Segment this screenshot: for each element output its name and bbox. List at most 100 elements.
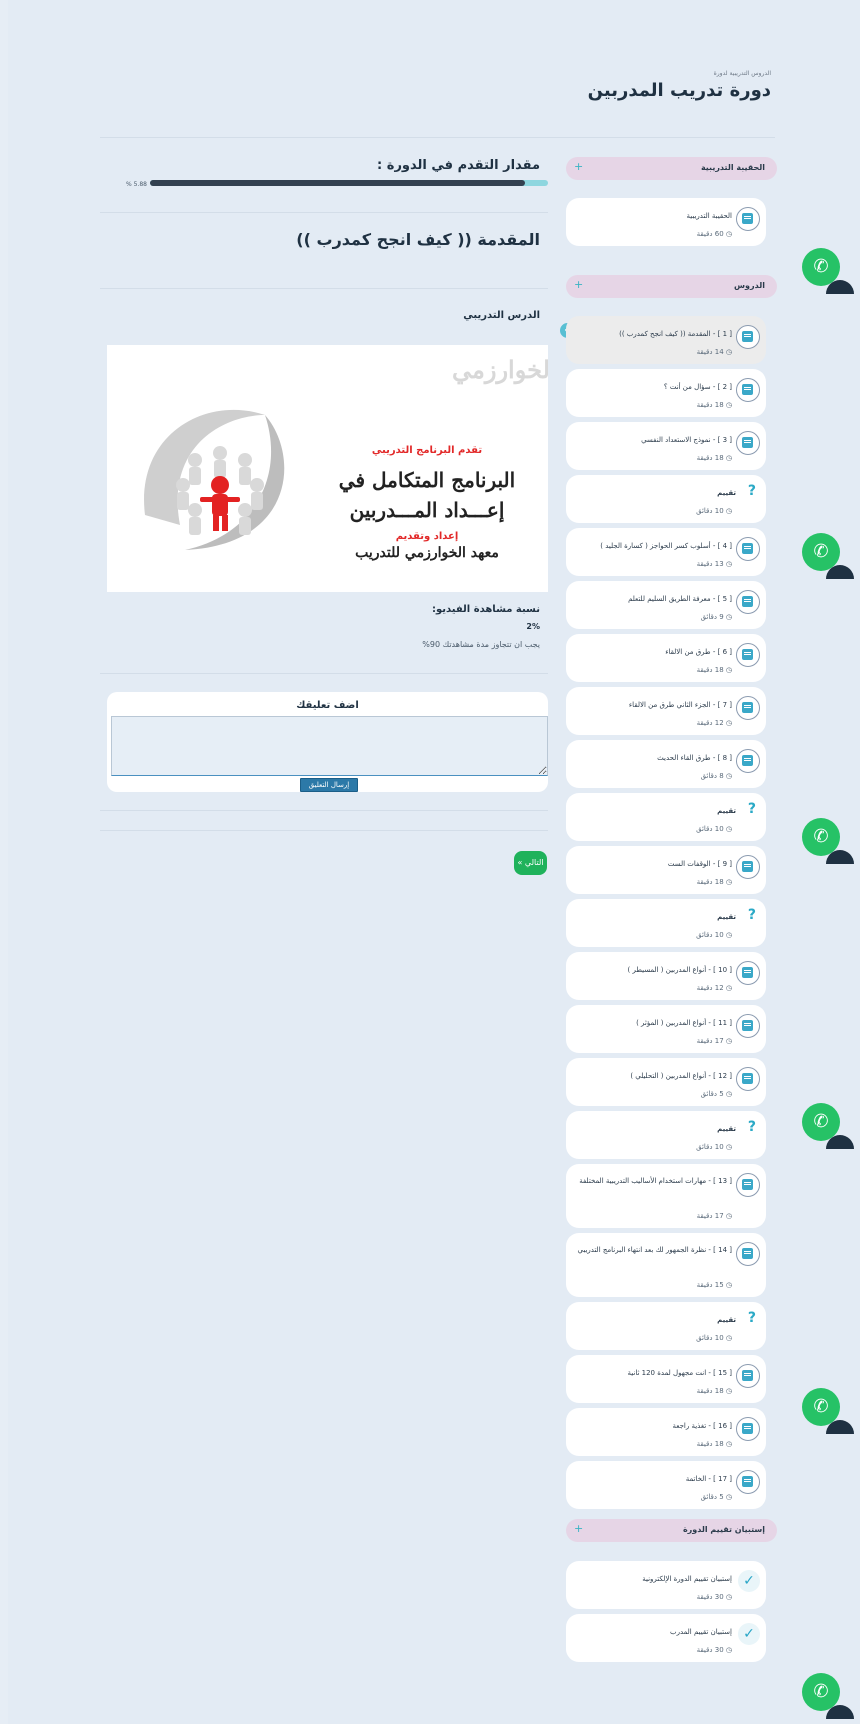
lesson-item[interactable]: [ 1 ] - المقدمة (( كيف انجح كمدرب )) 14 د… [566,316,766,364]
book-icon [736,537,760,561]
survey-header[interactable]: + إستبيان تقييم الدورة [566,1519,777,1542]
divider [100,830,548,831]
video-player[interactable]: الخوارزمي تقدم البرنامج التدريبي البرنام… [107,345,548,592]
plus-icon: + [574,278,584,291]
book-icon [736,1470,760,1494]
lesson-title: [ 10 ] - أنواع المدربين ( المسيطر ) [627,966,732,974]
book-icon [736,749,760,773]
book-icon [736,961,760,985]
lesson-item[interactable]: [ 2 ] - سؤال من أنت ؟ 18 دقيقة [566,369,766,417]
next-button[interactable]: « التالي [514,851,547,875]
book-icon [736,1364,760,1388]
survey-title: إستبيان تقييم المدرب [669,1628,732,1636]
lesson-title: [ 9 ] - الوقفات الست [667,860,732,868]
lesson-item[interactable]: [ 15 ] - انت مجهول لمدة 120 ثانية 18 دقيق… [566,1355,766,1403]
video-title-line1: البرنامج المتكامل في [338,468,516,492]
lesson-title: [ 5 ] - معرفة الطريق السليم للتعلم [628,595,732,603]
survey-item[interactable]: إستبيان تقييم الدورة الإلكترونية 30 دقيقة [566,1561,766,1609]
progress-bar [150,180,548,186]
team-illustration [144,409,285,550]
bag-header[interactable]: + الحقيبة التدريبية [566,157,777,180]
comment-title: اضف تعليقك [296,700,359,711]
lesson-item[interactable]: [ 12 ] - أنواع المدربين ( التحليلي ) 5 دق… [566,1058,766,1106]
check-icon [738,1623,760,1645]
lesson-item[interactable]: ? تقييم 10 دقائق [566,1111,766,1159]
lesson-item[interactable]: [ 5 ] - معرفة الطريق السليم للتعلم 9 دقائ… [566,581,766,629]
lesson-item[interactable]: [ 7 ] - الجزء الثاني طرق من الالقاء 12 دق… [566,687,766,735]
book-icon [736,1242,760,1266]
lesson-item[interactable]: [ 6 ] - طرق من الالقاء 18 دقيقة [566,634,766,682]
lesson-item[interactable]: [ 11 ] - أنواع المدربين ( المؤثر ) 17 دقي… [566,1005,766,1053]
breadcrumb[interactable]: الدروس التدريبية لدورة [714,70,771,77]
submit-comment-button[interactable]: إرسال التعليق [300,778,358,792]
progress-label: مقدار التقدم في الدورة : [377,158,540,173]
lesson-item[interactable]: ? تقييم 10 دقائق [566,899,766,947]
lesson-title: [ 7 ] - الجزء الثاني طرق من الالقاء [628,701,732,709]
lesson-duration: 18 دقيقة [697,1387,732,1395]
lesson-title: تقييم [717,807,736,815]
lesson-item[interactable]: ? تقييم 10 دقائق [566,793,766,841]
lesson-title: [ 4 ] - أسلوب كسر الحواجز ( كسارة الجليد… [600,542,732,550]
lesson-item[interactable]: ? تقييم 10 دقائق [566,475,766,523]
book-icon [736,1014,760,1038]
lesson-item[interactable]: [ 8 ] - طرق القاء الحديث 8 دقائق [566,740,766,788]
comment-input[interactable] [111,716,548,776]
lesson-title: [ 11 ] - أنواع المدربين ( المؤثر ) [636,1019,732,1027]
lesson-title: [ 13 ] - مهارات استخدام الأساليب التدريب… [579,1177,732,1185]
survey-header-label: إستبيان تقييم الدورة [682,1525,765,1534]
section-label: الدرس التدريبي [463,310,540,321]
divider [100,810,548,811]
lesson-item[interactable]: [ 4 ] - أسلوب كسر الحواجز ( كسارة الجليد… [566,528,766,576]
lesson-duration: 12 دقيقة [697,984,732,992]
book-icon [736,696,760,720]
book-icon [736,855,760,879]
question-icon: ? [747,907,756,923]
survey-duration: 30 دقيقة [697,1593,732,1601]
lesson-item[interactable]: ? تقييم 10 دقائق [566,1302,766,1350]
lesson-duration: 10 دقائق [696,1334,732,1342]
lesson-item[interactable]: [ 14 ] - نظرة الجمهور لك بعد انتهاء البر… [566,1233,766,1297]
lesson-duration: 5 دقائق [701,1493,732,1501]
lessons-header[interactable]: + الدروس [566,275,777,298]
bag-item[interactable]: الحقيبة التدريبية 60 دقيقة [566,198,766,246]
survey-title: إستبيان تقييم الدورة الإلكترونية [642,1575,732,1583]
lessons-header-label: الدروس [734,281,765,290]
divider [100,212,548,213]
video-institute: معهد الخوارزمي للتدريب [355,545,499,561]
video-logo: الخوارزمي [452,355,548,384]
book-icon [736,1067,760,1091]
book-icon [736,590,760,614]
progress-bar-fill [150,180,525,186]
lesson-duration: 12 دقيقة [697,719,732,727]
lesson-title: [ 15 ] - انت مجهول لمدة 120 ثانية [627,1369,732,1377]
plus-icon: + [574,1522,584,1535]
watch-label: نسبة مشاهدة الفيديو: [431,604,540,615]
question-icon: ? [747,1119,756,1135]
divider [100,137,775,138]
lesson-duration: 17 دقيقة [697,1037,732,1045]
question-icon: ? [747,1310,756,1326]
lesson-duration: 18 دقيقة [697,401,732,409]
lesson-duration: 10 دقائق [696,507,732,515]
lesson-item[interactable]: [ 16 ] - تغذية راجعة 18 دقيقة [566,1408,766,1456]
divider [100,673,548,674]
lesson-title: [ 6 ] - طرق من الالقاء [665,648,732,656]
book-icon [736,325,760,349]
lesson-item[interactable]: [ 10 ] - أنواع المدربين ( المسيطر ) 12 دق… [566,952,766,1000]
lesson-duration: 10 دقائق [696,1143,732,1151]
lesson-item[interactable]: [ 9 ] - الوقفات الست 18 دقيقة [566,846,766,894]
lesson-title: [ 3 ] - نموذج الاستعداد النفسي [641,436,732,444]
lesson-duration: 8 دقائق [701,772,732,780]
lesson-item[interactable]: [ 3 ] - نموذج الاستعداد النفسي 18 دقيقة [566,422,766,470]
lesson-title: [ 2 ] - سؤال من أنت ؟ [663,383,732,391]
watch-value: 2% [526,622,540,631]
book-icon [736,431,760,455]
video-presents: تقدم البرنامج التدريبي [371,445,483,456]
lesson-item[interactable]: [ 13 ] - مهارات استخدام الأساليب التدريب… [566,1164,766,1228]
lesson-item[interactable]: [ 17 ] - الخاتمة 5 دقائق [566,1461,766,1509]
lesson-title: [ 1 ] - المقدمة (( كيف انجح كمدرب )) [619,330,732,338]
bag-title: الحقيبة التدريبية [686,212,732,220]
survey-item[interactable]: إستبيان تقييم المدرب 30 دقيقة [566,1614,766,1662]
page-title: دورة تدريب المدربين [587,80,771,101]
lesson-duration: 18 دقيقة [697,878,732,886]
